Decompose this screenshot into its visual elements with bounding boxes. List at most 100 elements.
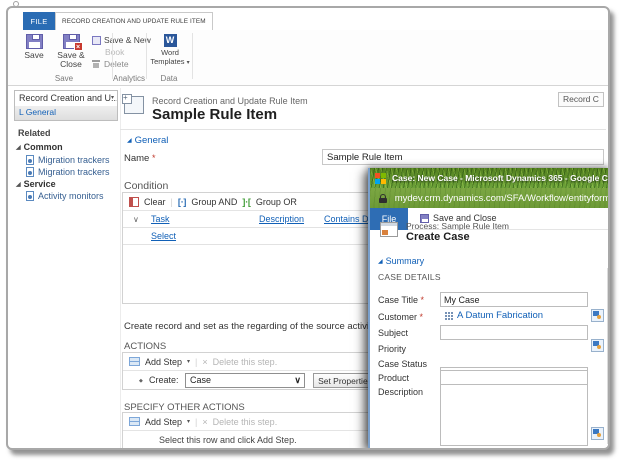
ssl-lock-icon — [379, 194, 387, 203]
section-summary-label: Summary — [386, 256, 425, 266]
record-selector-dropdown[interactable]: Record Creation and U... ▾ L General — [14, 90, 118, 121]
group-and-button[interactable]: Group AND — [191, 197, 237, 207]
create-entity-select[interactable]: Case ∨ — [185, 373, 305, 388]
priority-label: Priority — [378, 344, 406, 354]
create-entity-value: Case — [190, 375, 211, 385]
ribbon-group-analytics-label: Analytics — [112, 74, 146, 83]
group-or-icon: ]∙[ — [242, 197, 251, 207]
save-and-close-button[interactable]: × Save & Close — [52, 34, 90, 69]
customer-lookup-value[interactable]: A Datum Fabrication — [444, 310, 543, 321]
toolbar-separator: | — [195, 417, 197, 427]
group-and-icon: [∙] — [178, 197, 187, 207]
customer-label: Customer * — [378, 312, 423, 322]
column-header-task[interactable]: Task — [151, 214, 170, 224]
record-icon — [26, 155, 34, 165]
delete-step-button[interactable]: Delete this step. — [213, 357, 278, 367]
save-and-new-icon — [92, 36, 101, 45]
dropdown-caret-icon: ▾ — [187, 418, 190, 425]
ribbon-separator — [192, 33, 193, 79]
actions-heading: ACTIONS — [124, 341, 166, 352]
save-button[interactable]: Save — [18, 34, 50, 60]
delete-step-button[interactable]: Delete this step. — [213, 417, 278, 427]
expander-triangle-icon: ◢ — [16, 181, 21, 188]
page-title: Sample Rule Item — [152, 106, 277, 123]
select-link[interactable]: Select — [151, 231, 176, 241]
sidebar-item-activity-monitors[interactable]: Activity monitors — [26, 191, 104, 201]
entity-form-icon — [124, 96, 144, 114]
case-title-label: Case Title * — [378, 295, 424, 305]
create-regarding-text: Create record and set as the regarding o… — [124, 321, 376, 332]
trash-icon — [92, 60, 100, 68]
group-or-button[interactable]: Group OR — [256, 197, 297, 207]
save-button-label: Save — [24, 50, 43, 60]
create-step-label: Create: — [149, 375, 179, 385]
toolbar-separator: | — [171, 197, 173, 207]
required-asterisk: * — [152, 153, 156, 163]
popup-form-title: Create Case — [406, 231, 470, 243]
case-details-heading: CASE DETAILS — [378, 272, 441, 282]
sidebar-group-service[interactable]: ◢ Service — [16, 179, 56, 189]
add-step-icon — [129, 357, 140, 366]
dropdown-caret-icon: ▾ — [111, 94, 114, 101]
subject-input[interactable] — [440, 325, 588, 340]
toolbar-separator: | — [195, 357, 197, 367]
product-input[interactable] — [440, 370, 588, 385]
popup-window-title: Case: New Case - Microsoft Dynamics 365 … — [392, 173, 610, 183]
sidebar-item-migration-trackers[interactable]: Migration trackers — [26, 155, 110, 165]
popup-titlebar[interactable]: Case: New Case - Microsoft Dynamics 365 … — [370, 168, 610, 188]
sidebar-divider — [120, 88, 121, 448]
ribbon-separator — [146, 33, 147, 79]
add-step-button[interactable]: Add Step — [145, 417, 182, 427]
delete-label: Delete — [104, 59, 129, 69]
customer-lookup-icon[interactable] — [591, 309, 604, 322]
ribbon-context-tab[interactable]: RECORD CREATION AND UPDATE RULE ITEM — [55, 12, 213, 30]
name-input[interactable] — [322, 149, 604, 165]
dropdown-caret-icon: ▾ — [187, 60, 190, 66]
popup-address-bar[interactable]: mydev.crm.dynamics.com/SFA/Workflow/enti… — [370, 188, 610, 208]
process-icon — [380, 222, 398, 237]
case-status-label: Case Status — [378, 359, 427, 369]
chevron-down-icon: ∨ — [294, 375, 301, 386]
subject-lookup-icon[interactable] — [591, 339, 604, 352]
add-step-button[interactable]: Add Step — [145, 357, 182, 367]
microsoft-logo-icon — [375, 173, 386, 184]
column-caret-icon[interactable]: ∨ — [133, 215, 139, 224]
process-label: Process: Sample Rule Item — [406, 221, 509, 231]
section-general[interactable]: ◢ General — [127, 135, 168, 146]
delete-step-x-icon: × — [202, 417, 207, 427]
word-icon: W — [164, 34, 177, 47]
sidebar-group-label: Common — [24, 142, 63, 152]
popup-window: Case: New Case - Microsoft Dynamics 365 … — [368, 168, 610, 448]
save-and-close-icon: × — [63, 34, 80, 49]
ribbon: Save × Save & Close Save & New Book Del — [8, 30, 608, 86]
sidebar-group-label: Service — [24, 179, 56, 189]
sidebar-item-label: Migration trackers — [38, 155, 110, 165]
clear-button[interactable]: Clear — [144, 197, 166, 207]
popup-url: mydev.crm.dynamics.com/SFA/Workflow/enti… — [395, 193, 610, 204]
delete-step-x-icon: × — [202, 357, 207, 367]
product-lookup-icon[interactable] — [591, 427, 604, 440]
description-label: Description — [378, 387, 423, 397]
case-title-input[interactable] — [440, 292, 588, 307]
book-label: Book — [105, 47, 124, 57]
entity-type-label: Record Creation and Update Rule Item — [152, 96, 308, 106]
ribbon-file-tab[interactable]: FILE — [23, 12, 55, 30]
sidebar-group-common[interactable]: ◢ Common — [16, 142, 63, 152]
record-selector-subnav[interactable]: L General — [15, 106, 117, 120]
word-templates-label: Word Templates — [150, 48, 184, 66]
sidebar-item-migration-trackers[interactable]: Migration trackers — [26, 167, 110, 177]
section-collapse-icon: ◢ — [378, 258, 383, 265]
header-divider — [120, 129, 606, 130]
word-templates-button[interactable]: W Word Templates ▾ — [149, 34, 191, 68]
save-and-close-label: Save & Close — [57, 50, 84, 69]
customer-link[interactable]: A Datum Fabrication — [457, 310, 543, 321]
related-heading: Related — [18, 128, 51, 138]
close-x-icon: × — [74, 42, 83, 51]
name-field-label: Name * — [124, 153, 156, 164]
column-header-description[interactable]: Description — [259, 214, 304, 224]
ribbon-group-data-label: Data — [147, 74, 191, 83]
record-creation-corner-button[interactable]: Record C — [558, 92, 604, 107]
description-textarea[interactable] — [440, 384, 588, 446]
section-summary[interactable]: ◢ Summary — [378, 256, 424, 266]
condition-heading: Condition — [124, 180, 168, 192]
